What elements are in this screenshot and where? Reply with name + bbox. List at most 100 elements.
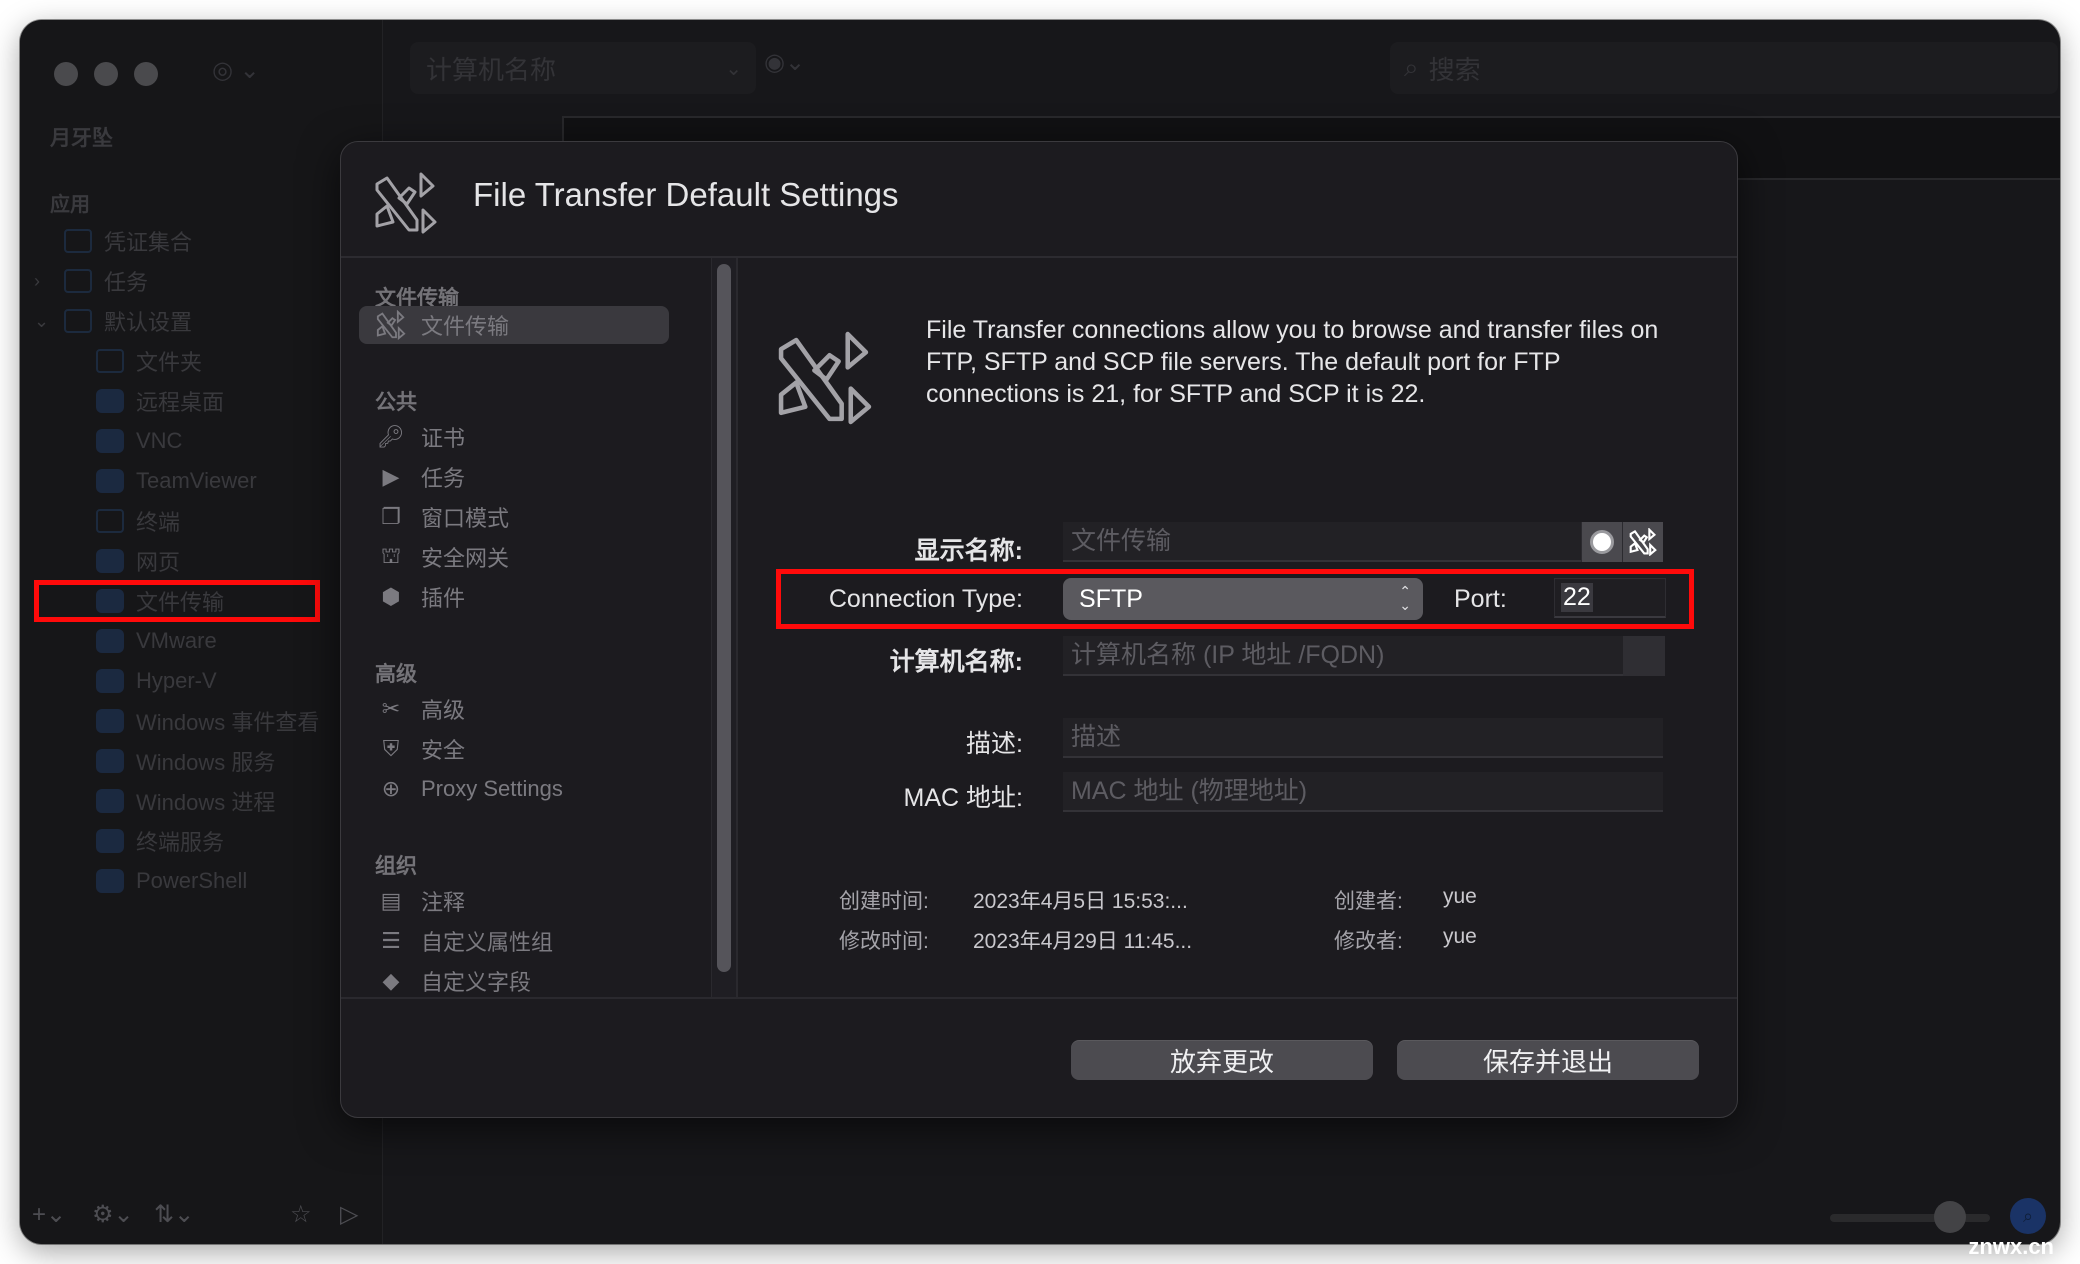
plugin-cube-icon: ⬢: [381, 584, 401, 609]
add-menu-icon[interactable]: +⌄: [32, 1200, 66, 1229]
sidebar-item-hyperv[interactable]: Hyper-V: [96, 663, 217, 699]
nav-item-advanced[interactable]: ✂︎ 高级: [375, 690, 465, 728]
footer-divider: [341, 997, 1737, 999]
description-input[interactable]: [1071, 722, 1663, 752]
mac-address-input[interactable]: [1071, 776, 1663, 806]
zoom-slider[interactable]: [1830, 1201, 1990, 1233]
display-name-field[interactable]: [1063, 522, 1583, 562]
display-name-label: 显示名称:: [914, 537, 1023, 565]
shield-icon: ⛨: [382, 736, 400, 761]
sidebar-item-windows-event-viewer[interactable]: Windows 事件查看: [96, 703, 319, 739]
modified-time-value: 2023年4月29日 11:45...: [973, 930, 1193, 953]
zoom-window-button[interactable]: [134, 62, 158, 86]
icon-picker-button[interactable]: [1622, 522, 1663, 562]
terminal-icon: [96, 509, 124, 533]
chevron-down-icon[interactable]: ⌄: [34, 311, 49, 332]
computer-name-picker-button[interactable]: [1623, 636, 1665, 676]
sidebar-item-powershell[interactable]: PowerShell: [96, 863, 247, 899]
nav-item-notes[interactable]: ▤ 注释: [375, 882, 465, 920]
sidebar-item-default-settings[interactable]: ⌄ 默认设置: [34, 303, 192, 339]
sidebar-document-title: 月牙坠: [50, 127, 113, 150]
file-transfer-large-icon: [778, 331, 872, 425]
sidebar-item-windows-services[interactable]: Windows 服务: [96, 743, 275, 779]
nav-item-file-transfer[interactable]: 文件传输: [359, 306, 669, 344]
gear-menu-icon[interactable]: ⚙⌄: [92, 1200, 134, 1229]
connection-type-label: Connection Type:: [828, 585, 1023, 613]
window-icon: ❐: [381, 504, 401, 529]
search-field[interactable]: ⌕ 搜索: [1390, 42, 2058, 94]
intro-description: File Transfer connections allow you to b…: [926, 316, 1659, 408]
minimize-window-button[interactable]: [94, 62, 118, 86]
status-toggle-button[interactable]: [1581, 522, 1622, 562]
connect-menu-icon[interactable]: ◎ ⌄: [212, 56, 260, 85]
modifier-label: 修改者:: [1334, 930, 1403, 953]
sidebar-item-windows-processes[interactable]: Windows 进程: [96, 783, 275, 819]
cube-icon: [96, 389, 124, 413]
sidebar-item-vmware[interactable]: VMware: [96, 623, 217, 659]
nav-scrollbar-thumb[interactable]: [717, 264, 731, 972]
port-input[interactable]: 22: [1554, 578, 1666, 618]
nav-section-organization: 组织: [375, 855, 417, 878]
document-icon: ▤: [380, 888, 402, 913]
sidebar-item-rdp[interactable]: 远程桌面: [96, 383, 224, 419]
description-field[interactable]: [1063, 718, 1663, 758]
folder-icon: [64, 229, 92, 253]
globe-icon: ⊕: [381, 776, 401, 801]
creator-value: yue: [1443, 885, 1477, 908]
computer-name-label: 计算机名称:: [889, 648, 1023, 676]
discard-changes-button[interactable]: 放弃更改: [1071, 1040, 1373, 1080]
key-icon: 🔑︎: [377, 424, 405, 449]
nav-item-certificates[interactable]: 🔑︎ 证书: [375, 418, 465, 456]
nav-item-custom-fields[interactable]: ◆ 自定义字段: [375, 962, 531, 1000]
folder-icon: [64, 309, 92, 333]
nav-item-tasks[interactable]: ▶︎ 任务: [375, 458, 465, 496]
sync-menu-icon[interactable]: ⇅⌄: [154, 1200, 194, 1229]
folder-icon: [96, 349, 124, 373]
gateway-icon: ⛫: [380, 542, 402, 568]
creator-label: 创建者:: [1334, 890, 1403, 913]
sidebar-item-teamviewer[interactable]: TeamViewer: [96, 463, 257, 499]
cube-icon: [96, 469, 124, 493]
task-icon: ▶︎: [382, 464, 400, 489]
computer-name-field[interactable]: [1063, 636, 1623, 676]
created-time-value: 2023年4月5日 15:53:...: [973, 890, 1188, 913]
star-icon[interactable]: ☆: [290, 1200, 312, 1229]
sidebar-item-vnc[interactable]: VNC: [96, 423, 182, 459]
computer-name-input[interactable]: [1071, 640, 1623, 670]
search-icon: ⌕: [1404, 52, 1419, 82]
play-icon[interactable]: ▷: [340, 1200, 358, 1229]
circle-icon: [1590, 530, 1614, 554]
mac-address-field[interactable]: [1063, 772, 1663, 812]
cube-icon: [96, 829, 124, 853]
sidebar-item-terminal-services[interactable]: 终端服务: [96, 823, 224, 859]
cube-icon: [96, 549, 124, 573]
display-name-buttons: [1581, 522, 1663, 562]
sidebar-item-tasks[interactable]: › 任务: [34, 263, 148, 299]
sidebar-item-web[interactable]: 网页: [96, 543, 180, 579]
cube-icon: [96, 869, 124, 893]
nav-item-custom-property-groups[interactable]: ☰ 自定义属性组: [375, 922, 553, 960]
window-controls: [54, 62, 158, 86]
computer-name-dropdown[interactable]: 计算机名称 ⌄: [410, 42, 756, 94]
nav-item-security[interactable]: ⛨ 安全: [375, 730, 465, 768]
close-window-button[interactable]: [54, 62, 78, 86]
sidebar-item-terminal[interactable]: 终端: [96, 503, 180, 539]
nav-item-proxy-settings[interactable]: ⊕ Proxy Settings: [375, 770, 563, 808]
connection-type-select[interactable]: SFTP ⌃ ⌄: [1063, 578, 1423, 620]
display-name-input[interactable]: [1071, 526, 1583, 556]
nav-item-plugins[interactable]: ⬢ 插件: [375, 578, 465, 616]
sidebar-bottom-toolbar: +⌄ ⚙⌄ ⇅⌄ ☆ ▷: [20, 1194, 382, 1234]
save-and-exit-button[interactable]: 保存并退出: [1397, 1040, 1699, 1080]
dialog-header: File Transfer Default Settings: [341, 142, 1737, 258]
power-menu-icon[interactable]: ◉⌄: [764, 48, 805, 77]
nav-item-window-mode[interactable]: ❐ 窗口模式: [375, 498, 509, 536]
sidebar-item-credentials[interactable]: 凭证集合: [64, 223, 192, 259]
settings-nav: 文件传输 文件传输 公共 🔑︎ 证书 ▶︎ 任务 ❐ 窗口模式 ⛫ 安全网关 ⬢ 插件 高…: [341, 258, 708, 998]
nav-item-security-gateway[interactable]: ⛫ 安全网关: [375, 538, 509, 576]
sidebar-item-folder[interactable]: 文件夹: [96, 343, 202, 379]
chevron-right-icon[interactable]: ›: [34, 271, 40, 292]
port-label: Port:: [1454, 585, 1507, 613]
zoom-search-icon[interactable]: ⌕: [2010, 1198, 2046, 1234]
zoom-slider-knob[interactable]: [1934, 1201, 1966, 1233]
tag-icon: ◆: [382, 968, 400, 993]
